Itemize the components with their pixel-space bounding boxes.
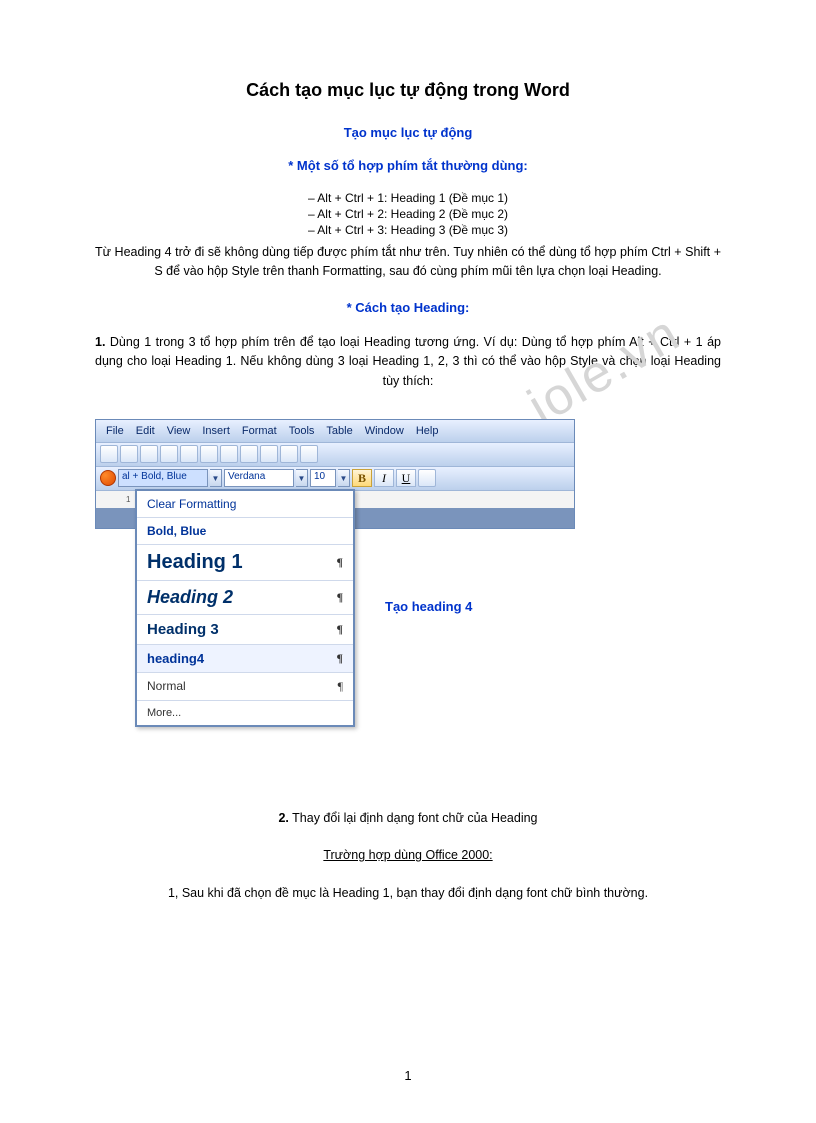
chevron-down-icon[interactable]: ▼ bbox=[338, 469, 350, 487]
style-label: heading4 bbox=[147, 651, 204, 666]
formatting-toolbar: al + Bold, Blue ▼ Verdana ▼ 10 ▼ B I U bbox=[96, 466, 574, 490]
shortcut-line: – Alt + Ctrl + 1: Heading 1 (Đề mục 1) bbox=[95, 191, 721, 205]
style-heading-1[interactable]: Heading 1 ¶ bbox=[137, 545, 353, 581]
font-size-selector[interactable]: 10 bbox=[310, 469, 336, 487]
underline-button[interactable]: U bbox=[396, 469, 416, 487]
style-icon[interactable] bbox=[100, 470, 116, 486]
menu-format[interactable]: Format bbox=[238, 423, 281, 439]
menu-table[interactable]: Table bbox=[322, 423, 356, 439]
style-heading-2[interactable]: Heading 2 ¶ bbox=[137, 581, 353, 615]
shortcut-line: – Alt + Ctrl + 2: Heading 2 (Đề mục 2) bbox=[95, 207, 721, 221]
subheading-create-heading: * Cách tạo Heading: bbox=[95, 300, 721, 315]
copy-icon[interactable] bbox=[240, 445, 258, 463]
paragraph: Từ Heading 4 trở đi sẽ không dùng tiếp đ… bbox=[95, 243, 721, 282]
style-dropdown-panel: Clear Formatting Bold, Blue Heading 1 ¶ … bbox=[135, 489, 355, 727]
save-icon[interactable] bbox=[140, 445, 158, 463]
align-icon[interactable] bbox=[418, 469, 436, 487]
menu-view[interactable]: View bbox=[163, 423, 195, 439]
pilcrow-icon: ¶ bbox=[337, 590, 343, 605]
bold-button[interactable]: B bbox=[352, 469, 372, 487]
paragraph-text: Dùng 1 trong 3 tổ hợp phím trên để tạo l… bbox=[95, 335, 721, 388]
menu-bar: File Edit View Insert Format Tools Table… bbox=[96, 420, 574, 442]
style-clear-formatting[interactable]: Clear Formatting bbox=[137, 491, 353, 518]
style-label: Heading 2 bbox=[147, 587, 233, 608]
shortcut-list: – Alt + Ctrl + 1: Heading 1 (Đề mục 1) –… bbox=[95, 191, 721, 237]
pilcrow-icon: ¶ bbox=[337, 651, 343, 666]
menu-window[interactable]: Window bbox=[361, 423, 408, 439]
font-selector[interactable]: Verdana bbox=[224, 469, 294, 487]
preview-icon[interactable] bbox=[180, 445, 198, 463]
style-selector[interactable]: al + Bold, Blue bbox=[118, 469, 208, 487]
page-title: Cách tạo mục lục tự động trong Word bbox=[95, 80, 721, 101]
spell-icon[interactable] bbox=[200, 445, 218, 463]
style-label: Bold, Blue bbox=[147, 524, 206, 538]
style-label: Heading 3 bbox=[147, 621, 219, 638]
style-label: Clear Formatting bbox=[147, 497, 236, 511]
subheading-office2000: Trường hợp dùng Office 2000: bbox=[95, 846, 721, 865]
undo-icon[interactable] bbox=[280, 445, 298, 463]
pilcrow-icon: ¶ bbox=[338, 679, 343, 694]
menu-tools[interactable]: Tools bbox=[285, 423, 319, 439]
style-heading-3[interactable]: Heading 3 ¶ bbox=[137, 615, 353, 645]
subheading-shortcuts: * Một số tổ hợp phím tắt thường dùng: bbox=[95, 158, 721, 173]
menu-insert[interactable]: Insert bbox=[198, 423, 234, 439]
italic-button[interactable]: I bbox=[374, 469, 394, 487]
redo-icon[interactable] bbox=[300, 445, 318, 463]
subheading-toc: Tạo mục lục tự động bbox=[95, 125, 721, 140]
pilcrow-icon: ¶ bbox=[337, 555, 343, 570]
style-bold-blue[interactable]: Bold, Blue bbox=[137, 518, 353, 545]
menu-file[interactable]: File bbox=[102, 423, 128, 439]
chevron-down-icon[interactable]: ▼ bbox=[210, 469, 222, 487]
style-label: Heading 1 bbox=[147, 551, 243, 574]
style-more[interactable]: More... bbox=[137, 701, 353, 725]
figure-word-style-dropdown: File Edit View Insert Format Tools Table… bbox=[95, 419, 721, 779]
new-icon[interactable] bbox=[100, 445, 118, 463]
print-icon[interactable] bbox=[160, 445, 178, 463]
menu-edit[interactable]: Edit bbox=[132, 423, 159, 439]
cut-icon[interactable] bbox=[220, 445, 238, 463]
style-normal[interactable]: Normal ¶ bbox=[137, 673, 353, 701]
paragraph-text: Thay đổi lại định dạng font chữ của Head… bbox=[289, 811, 538, 825]
page-number: 1 bbox=[0, 1068, 816, 1083]
chevron-down-icon[interactable]: ▼ bbox=[296, 469, 308, 487]
paragraph: 2. Thay đổi lại định dạng font chữ của H… bbox=[95, 809, 721, 828]
shortcut-line: – Alt + Ctrl + 3: Heading 3 (Đề mục 3) bbox=[95, 223, 721, 237]
open-icon[interactable] bbox=[120, 445, 138, 463]
paragraph: 1. Dùng 1 trong 3 tổ hợp phím trên để tạ… bbox=[95, 333, 721, 391]
figure-caption: Tạo heading 4 bbox=[385, 599, 472, 614]
menu-help[interactable]: Help bbox=[412, 423, 443, 439]
style-label: Normal bbox=[147, 679, 186, 693]
style-label: More... bbox=[147, 707, 181, 719]
paragraph: 1, Sau khi đã chọn đề mục là Heading 1, … bbox=[95, 884, 721, 903]
step-number: 2. bbox=[278, 811, 288, 825]
step-number: 1. bbox=[95, 335, 105, 349]
style-heading-4[interactable]: heading4 ¶ bbox=[137, 645, 353, 673]
standard-toolbar bbox=[96, 442, 574, 466]
pilcrow-icon: ¶ bbox=[337, 622, 343, 637]
paste-icon[interactable] bbox=[260, 445, 278, 463]
